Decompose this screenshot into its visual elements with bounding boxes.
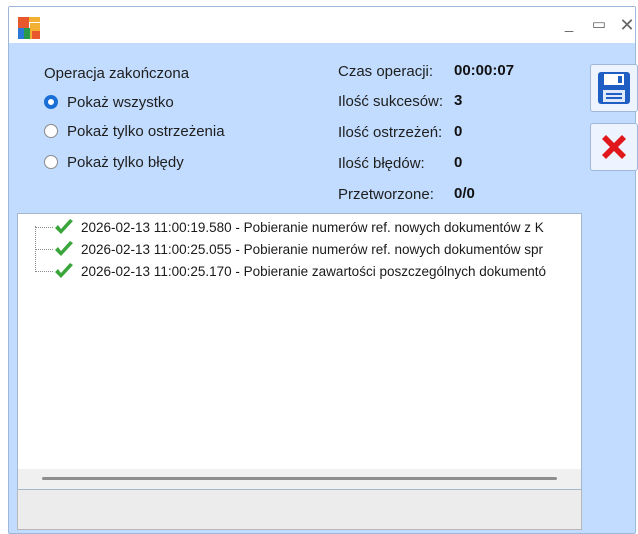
success-count-value: 3 [454, 92, 463, 109]
close-x-icon [602, 135, 626, 159]
maximize-button[interactable]: ▭ [585, 13, 613, 37]
processed-label: Przetworzone: [338, 186, 434, 203]
check-icon [55, 263, 73, 278]
log-entry-text: 2026-02-13 11:00:25.170 - Pobieranie zaw… [81, 263, 547, 279]
scrollbar-thumb[interactable] [42, 477, 557, 480]
filter-errors-only-radio[interactable]: Pokaż tylko błędy [44, 152, 184, 172]
title-bar: _ ▭ ✕ [9, 7, 635, 43]
check-icon [55, 241, 73, 256]
operation-status-heading: Operacja zakończona [44, 65, 190, 82]
tree-connector [35, 249, 53, 250]
operation-log-panel[interactable]: 2026-02-13 11:00:19.580 - Pobieranie num… [17, 213, 582, 490]
filter-show-all-radio[interactable]: Pokaż wszystko [44, 92, 174, 112]
save-button[interactable] [590, 64, 638, 112]
radio-button-checked[interactable] [44, 95, 58, 109]
filter-warnings-only-radio[interactable]: Pokaż tylko ostrzeżenia [44, 121, 225, 141]
log-entry[interactable]: 2026-02-13 11:00:19.580 - Pobieranie num… [18, 216, 544, 238]
radio-button[interactable] [44, 124, 58, 138]
success-count-label: Ilość sukcesów: [338, 93, 444, 110]
warning-count-label: Ilość ostrzeżeń: [338, 124, 443, 141]
app-logo-icon [18, 17, 40, 39]
cancel-button[interactable] [590, 123, 638, 171]
status-strip [17, 490, 582, 530]
close-window-button[interactable]: ✕ [613, 13, 638, 37]
log-entry[interactable]: 2026-02-13 11:00:25.055 - Pobieranie num… [18, 238, 543, 260]
warning-count-value: 0 [454, 123, 463, 140]
log-entry-text: 2026-02-13 11:00:19.580 - Pobieranie num… [81, 219, 544, 235]
filter-show-all-label: Pokaż wszystko [67, 93, 174, 111]
log-entry[interactable]: 2026-02-13 11:00:25.170 - Pobieranie zaw… [18, 260, 546, 282]
filter-warnings-only-label: Pokaż tylko ostrzeżenia [67, 122, 225, 140]
operation-result-window: _ ▭ ✕ Operacja zakończona Pokaż wszystko… [8, 6, 638, 534]
tree-connector [35, 271, 53, 272]
operation-time-label: Czas operacji: [338, 63, 434, 80]
processed-value: 0/0 [454, 185, 475, 202]
horizontal-scrollbar[interactable] [18, 469, 581, 489]
minimize-button[interactable]: _ [555, 13, 583, 37]
check-icon [55, 219, 73, 234]
error-count-label: Ilość błędów: [338, 155, 425, 172]
operation-time-value: 00:00:07 [454, 62, 515, 79]
log-entry-text: 2026-02-13 11:00:25.055 - Pobieranie num… [81, 241, 544, 257]
filter-errors-only-label: Pokaż tylko błędy [67, 153, 184, 171]
tree-connector [35, 227, 53, 228]
save-icon [598, 72, 630, 104]
error-count-value: 0 [454, 154, 463, 171]
radio-button[interactable] [44, 155, 58, 169]
